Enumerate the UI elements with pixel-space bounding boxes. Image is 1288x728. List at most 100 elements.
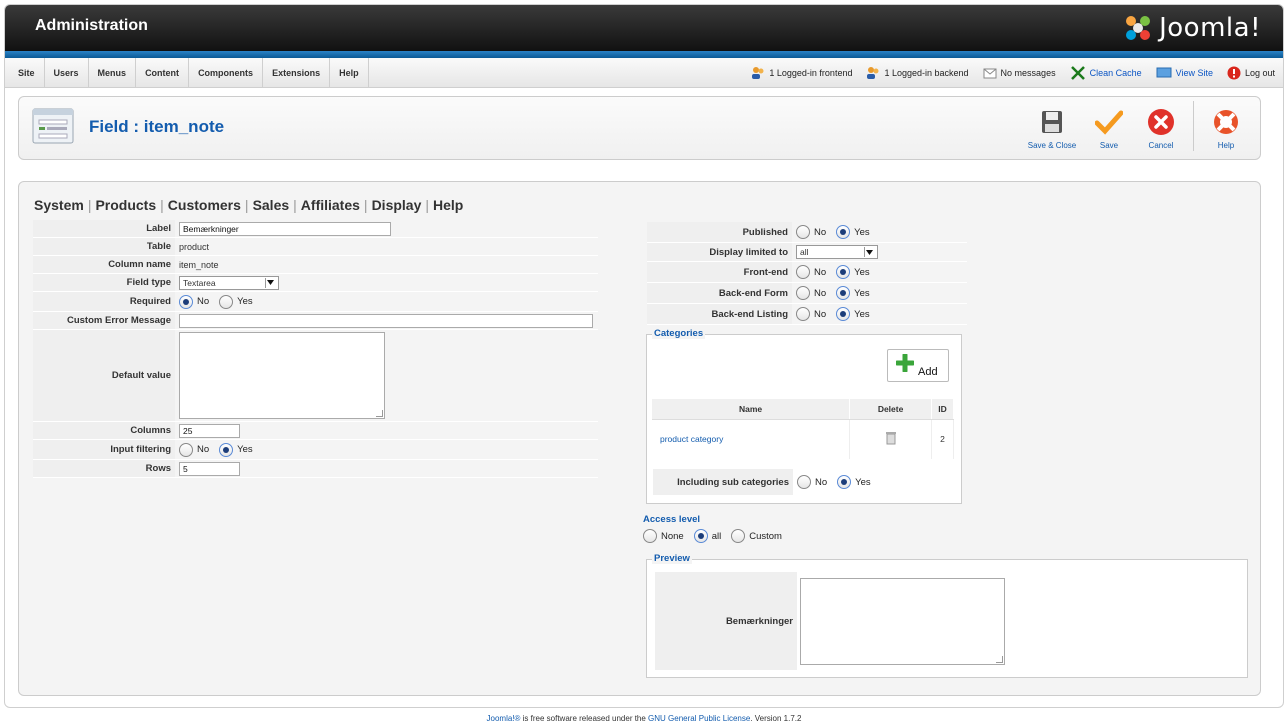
tab-divider: | — [244, 197, 249, 213]
display-limited-select[interactable]: all — [796, 245, 878, 259]
footer: Joomla!® is free software released under… — [0, 714, 1288, 723]
preview-textarea[interactable] — [800, 578, 1005, 665]
tab-display[interactable]: Display — [372, 197, 422, 213]
menu-site[interactable]: Site — [9, 58, 45, 88]
access-all-radio[interactable] — [693, 529, 708, 543]
access-custom-radio[interactable] — [731, 529, 746, 543]
tab-system[interactable]: System — [34, 197, 84, 213]
help-button[interactable]: Help — [1200, 101, 1252, 150]
categories-table: Name Delete ID product category 2 — [652, 399, 954, 459]
columns-row: Columns — [33, 422, 598, 440]
menu-bar: Site Users Menus Content Components Exte… — [5, 58, 1283, 88]
trash-icon[interactable] — [885, 431, 896, 445]
add-category-button[interactable]: Add — [887, 349, 949, 382]
mail-icon — [983, 68, 997, 79]
save-close-button[interactable]: Save & Close — [1021, 101, 1083, 150]
cancel-button[interactable]: Cancel — [1135, 101, 1187, 150]
tab-affiliates[interactable]: Affiliates — [301, 197, 360, 213]
logout-link[interactable]: Log out — [1227, 66, 1275, 80]
floppy-disk-icon — [1042, 111, 1062, 133]
menu-users[interactable]: Users — [45, 58, 89, 88]
tab-customers[interactable]: Customers — [168, 197, 241, 213]
column-name-row: Column name item_note — [33, 256, 598, 274]
access-none-radio[interactable] — [643, 529, 657, 543]
categories-header-row: Name Delete ID — [652, 399, 954, 420]
custom-error-input[interactable] — [179, 313, 593, 328]
save-button[interactable]: Save — [1083, 101, 1135, 150]
logout-label: Log out — [1244, 68, 1275, 78]
field-type-label: Field type — [33, 274, 175, 291]
field-form-icon — [32, 108, 74, 144]
access-none-label: None — [661, 530, 684, 542]
cancel-icon — [1148, 109, 1174, 135]
label-row: Label — [33, 220, 598, 238]
field-type-select[interactable]: Textarea — [179, 275, 279, 290]
tab-divider: | — [425, 197, 430, 213]
subcat-yes-radio[interactable] — [837, 475, 852, 489]
filtering-no-radio[interactable] — [179, 442, 193, 457]
tab-help[interactable]: Help — [433, 197, 463, 213]
help-label: Help — [1217, 141, 1235, 150]
published-label: Published — [647, 222, 792, 242]
users-icon — [867, 67, 879, 79]
messages-status[interactable]: No messages — [983, 67, 1056, 79]
published-yes-radio[interactable] — [836, 225, 851, 239]
admin-title: Administration — [35, 17, 148, 34]
default-value-textarea[interactable] — [179, 332, 385, 419]
published-no-radio[interactable] — [796, 225, 810, 239]
label-input[interactable] — [179, 221, 391, 236]
rows-input[interactable] — [179, 461, 240, 476]
radio-no-label: No — [197, 444, 210, 455]
tab-sales[interactable]: Sales — [253, 197, 290, 213]
radio-yes-label: Yes — [237, 296, 253, 307]
category-name-link[interactable]: product category — [652, 419, 851, 459]
add-label: Add — [918, 366, 938, 378]
save-close-label: Save & Close — [1027, 141, 1077, 150]
menu-content[interactable]: Content — [136, 58, 190, 88]
radio-no-label: No — [814, 287, 827, 299]
column-name-label: Column name — [33, 256, 175, 273]
tab-products[interactable]: Products — [95, 197, 156, 213]
backend-form-yes-radio[interactable] — [836, 286, 851, 300]
clean-cache-link[interactable]: Clean Cache — [1070, 65, 1142, 81]
joomla-logo-icon — [1126, 16, 1151, 40]
view-site-link[interactable]: View Site — [1156, 67, 1213, 79]
custom-error-row: Custom Error Message — [33, 312, 598, 330]
published-row: Published No Yes — [647, 222, 967, 243]
gpl-license-link[interactable]: GNU General Public License — [648, 714, 750, 723]
filtering-yes-radio[interactable] — [219, 442, 234, 457]
menu-components[interactable]: Components — [189, 58, 264, 88]
chevron-down-icon — [265, 277, 275, 288]
subcat-no-radio[interactable] — [797, 475, 811, 489]
monitor-icon — [1156, 67, 1172, 78]
columns-input[interactable] — [179, 423, 240, 438]
required-no-radio[interactable] — [179, 294, 193, 309]
footer-text: is free software released under the — [520, 714, 649, 723]
access-level-title: Access level — [643, 514, 701, 525]
save-label: Save — [1099, 141, 1119, 150]
required-yes-radio[interactable] — [219, 294, 234, 309]
menu-extensions[interactable]: Extensions — [263, 58, 331, 88]
messages-label: No messages — [1000, 68, 1056, 78]
frontend-yes-radio[interactable] — [836, 265, 851, 279]
backend-form-no-radio[interactable] — [796, 286, 810, 300]
tab-divider: | — [293, 197, 297, 213]
radio-no-label: No — [814, 226, 827, 238]
users-icon — [752, 67, 764, 79]
frontend-no-radio[interactable] — [796, 265, 810, 279]
required-row: Required No Yes — [33, 292, 598, 312]
logout-icon — [1227, 66, 1241, 80]
joomla-link[interactable]: Joomla!® — [487, 714, 521, 723]
header-accent-line — [5, 51, 1283, 58]
back-end-form-row: Back-end Form No Yes — [647, 283, 967, 304]
backend-listing-no-radio[interactable] — [796, 307, 810, 321]
table-value: product — [179, 241, 210, 252]
menu-menus[interactable]: Menus — [89, 58, 137, 88]
access-all-label: all — [711, 530, 722, 542]
access-level-group: Access level None all Custom — [643, 514, 788, 543]
add-plus-icon — [896, 354, 914, 372]
categories-legend: Categories — [652, 328, 706, 339]
menu-help[interactable]: Help — [330, 58, 369, 88]
backend-listing-yes-radio[interactable] — [836, 307, 851, 321]
joomla-logo[interactable]: Joomla! — [1123, 11, 1261, 45]
